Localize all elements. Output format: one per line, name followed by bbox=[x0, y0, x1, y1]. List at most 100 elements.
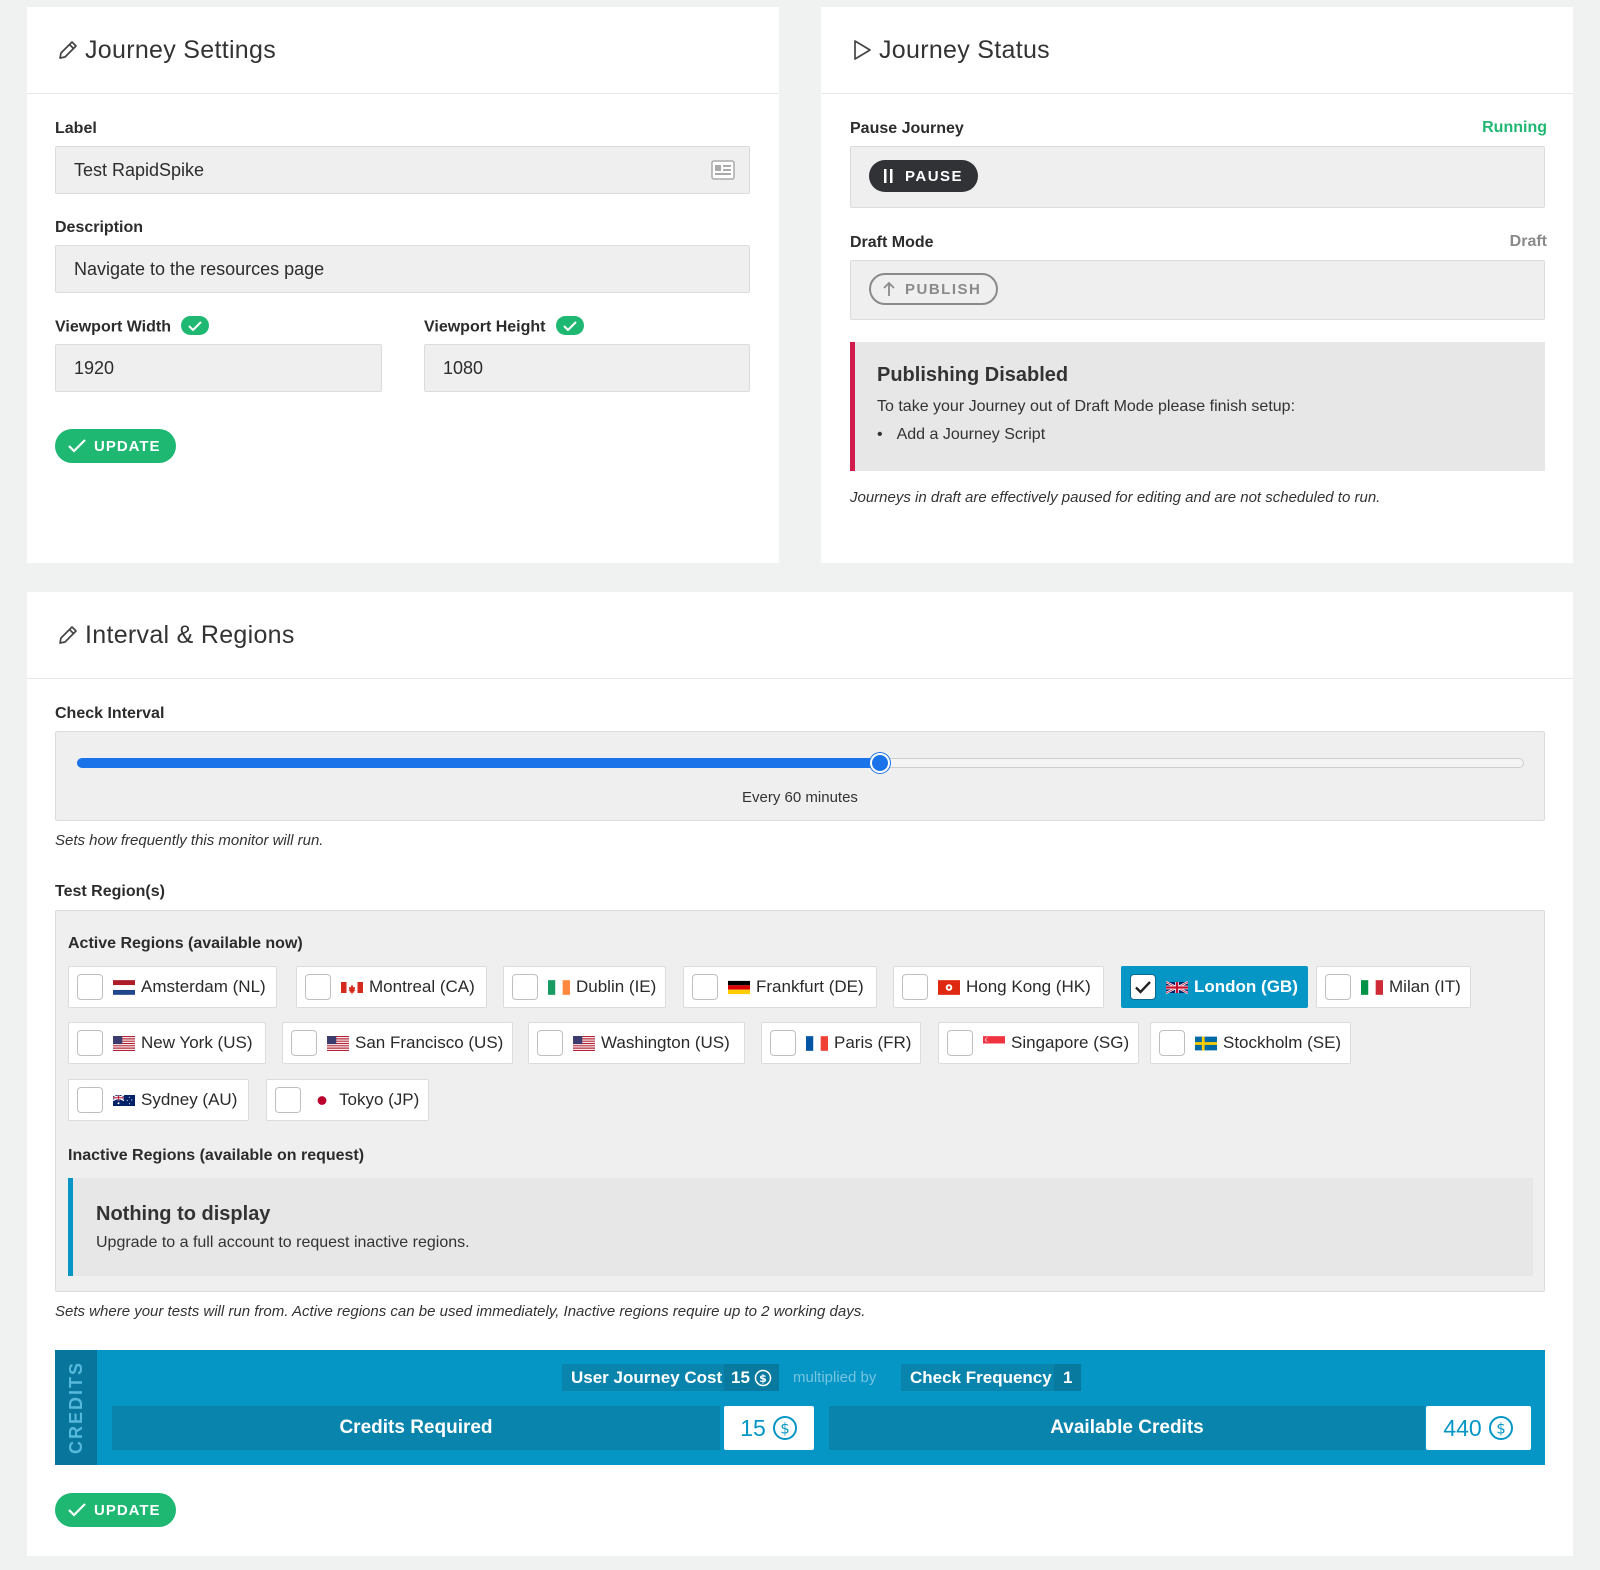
slider-fill bbox=[77, 758, 880, 768]
region-label: Frankfurt (DE) bbox=[756, 977, 864, 996]
label-input-value: Test RapidSpike bbox=[74, 159, 205, 180]
coin-icon: $ bbox=[1488, 1416, 1513, 1440]
available-credits-value-box: 440 $ bbox=[1426, 1406, 1531, 1450]
interval-regions-header: Interval & Regions bbox=[27, 592, 1573, 679]
pause-button[interactable]: PAUSE bbox=[869, 160, 979, 192]
contact-card-icon[interactable] bbox=[711, 160, 735, 185]
check-icon bbox=[68, 439, 86, 453]
flag-sg-icon bbox=[983, 1035, 1005, 1051]
interval-update-button[interactable]: UPDATE bbox=[55, 1493, 176, 1527]
region-checkbox[interactable] bbox=[291, 1030, 317, 1056]
test-regions-label: Test Region(s) bbox=[55, 883, 165, 900]
region-chip[interactable]: Stockholm (SE) bbox=[1150, 1022, 1352, 1064]
region-checkbox[interactable] bbox=[77, 974, 103, 1000]
check-badge-icon bbox=[555, 316, 584, 335]
journey-status-title: Journey Status bbox=[879, 35, 1050, 64]
region-label: Hong Kong (HK) bbox=[966, 977, 1091, 996]
svg-text:$: $ bbox=[1496, 1420, 1506, 1438]
region-checkbox[interactable] bbox=[902, 974, 928, 1000]
viewport-width-input[interactable]: 1920 bbox=[55, 344, 382, 392]
pencil-icon bbox=[55, 622, 81, 648]
flag-ie-icon bbox=[548, 979, 570, 995]
region-label: Milan (IT) bbox=[1389, 977, 1461, 996]
interval-regions-title: Interval & Regions bbox=[85, 620, 295, 649]
active-regions-label: Active Regions (available now) bbox=[68, 935, 303, 952]
coin-icon: $ bbox=[772, 1416, 797, 1440]
region-checkbox[interactable] bbox=[1325, 974, 1351, 1000]
region-chip[interactable]: San Francisco (US) bbox=[282, 1022, 514, 1064]
region-checkbox[interactable] bbox=[305, 974, 331, 1000]
viewport-width-label-text: Viewport Width bbox=[55, 318, 171, 336]
region-chip[interactable]: Sydney (AU) bbox=[68, 1079, 249, 1121]
region-label: Paris (FR) bbox=[834, 1033, 912, 1052]
region-chip[interactable]: Paris (FR) bbox=[761, 1022, 922, 1064]
publish-button-label: PUBLISH bbox=[905, 280, 982, 298]
region-label: Sydney (AU) bbox=[141, 1090, 238, 1109]
region-checkbox[interactable] bbox=[537, 1030, 563, 1056]
interval-update-label: UPDATE bbox=[94, 1501, 161, 1519]
frequency-tag: Check Frequency bbox=[901, 1364, 1061, 1391]
viewport-height-label: Viewport Height bbox=[424, 316, 584, 337]
multiplied-by-text: multiplied by bbox=[793, 1369, 877, 1386]
pause-button-label: PAUSE bbox=[905, 167, 964, 185]
region-chip[interactable]: Hong Kong (HK) bbox=[893, 966, 1104, 1008]
region-label: Amsterdam (NL) bbox=[141, 977, 266, 996]
label-input[interactable]: Test RapidSpike bbox=[55, 146, 750, 194]
alert-list-item: • Add a Journey Script bbox=[877, 426, 1045, 444]
alert-text: To take your Journey out of Draft Mode p… bbox=[877, 398, 1296, 415]
publishing-disabled-alert: Publishing Disabled To take your Journey… bbox=[850, 342, 1545, 471]
check-interval-note: Sets how frequently this monitor will ru… bbox=[55, 832, 324, 849]
flag-de-icon bbox=[728, 980, 750, 995]
cost-value-tag: 15 $ bbox=[724, 1364, 779, 1391]
empty-text: Upgrade to a full account to request ina… bbox=[96, 1234, 470, 1251]
settings-update-button[interactable]: UPDATE bbox=[55, 429, 176, 463]
alert-title: Publishing Disabled bbox=[877, 364, 1069, 386]
region-checkbox[interactable] bbox=[512, 974, 538, 1000]
region-label: Singapore (SG) bbox=[1011, 1033, 1130, 1052]
flag-ca-icon bbox=[341, 980, 363, 995]
region-chip[interactable]: Tokyo (JP) bbox=[266, 1079, 430, 1121]
region-label: San Francisco (US) bbox=[355, 1033, 504, 1052]
region-checkbox[interactable] bbox=[692, 974, 718, 1000]
region-checkbox[interactable] bbox=[947, 1030, 973, 1056]
region-checkbox[interactable] bbox=[1130, 974, 1156, 1000]
check-icon bbox=[1135, 980, 1151, 994]
region-chip[interactable]: Dublin (IE) bbox=[503, 966, 667, 1008]
region-checkbox[interactable] bbox=[275, 1087, 301, 1113]
region-chip[interactable]: Amsterdam (NL) bbox=[68, 966, 277, 1008]
regions-note: Sets where your tests will run from. Act… bbox=[55, 1303, 866, 1320]
check-icon bbox=[68, 1503, 86, 1517]
flag-gb-icon bbox=[1166, 980, 1188, 995]
description-input[interactable]: Navigate to the resources page bbox=[55, 245, 750, 293]
journey-settings-header: Journey Settings bbox=[27, 7, 779, 94]
region-label: New York (US) bbox=[141, 1033, 253, 1052]
journey-settings-title: Journey Settings bbox=[85, 35, 277, 64]
pause-journey-label: Pause Journey bbox=[850, 120, 964, 137]
region-checkbox[interactable] bbox=[77, 1087, 103, 1113]
region-chip[interactable]: Montreal (CA) bbox=[296, 966, 487, 1008]
cost-tag: User Journey Cost bbox=[562, 1364, 732, 1391]
region-chip[interactable]: New York (US) bbox=[68, 1022, 266, 1064]
svg-text:$: $ bbox=[759, 1372, 767, 1385]
region-chip[interactable]: London (GB) bbox=[1121, 966, 1308, 1008]
viewport-width-label: Viewport Width bbox=[55, 316, 209, 337]
region-chip[interactable]: Milan (IT) bbox=[1316, 966, 1471, 1008]
region-checkbox[interactable] bbox=[770, 1030, 796, 1056]
region-label: Stockholm (SE) bbox=[1223, 1033, 1342, 1052]
publish-button[interactable]: PUBLISH bbox=[869, 273, 999, 305]
check-badge-icon bbox=[181, 316, 209, 335]
flag-us-icon bbox=[573, 1035, 595, 1051]
pause-icon bbox=[884, 169, 893, 183]
play-icon bbox=[849, 37, 875, 63]
region-chip[interactable]: Frankfurt (DE) bbox=[683, 966, 877, 1008]
credits-bar: CREDITS User Journey Cost 15 $ multiplie… bbox=[55, 1350, 1545, 1465]
region-chip[interactable]: Singapore (SG) bbox=[938, 1022, 1140, 1064]
region-checkbox[interactable] bbox=[77, 1030, 103, 1056]
region-chip[interactable]: Washington (US) bbox=[528, 1022, 745, 1064]
flag-us-icon bbox=[327, 1035, 349, 1051]
viewport-height-input[interactable]: 1080 bbox=[424, 344, 750, 392]
viewport-height-value: 1080 bbox=[443, 357, 484, 378]
slider-thumb[interactable] bbox=[870, 753, 890, 773]
region-checkbox[interactable] bbox=[1159, 1030, 1185, 1056]
credits-required-value-box: 15 $ bbox=[724, 1406, 814, 1450]
